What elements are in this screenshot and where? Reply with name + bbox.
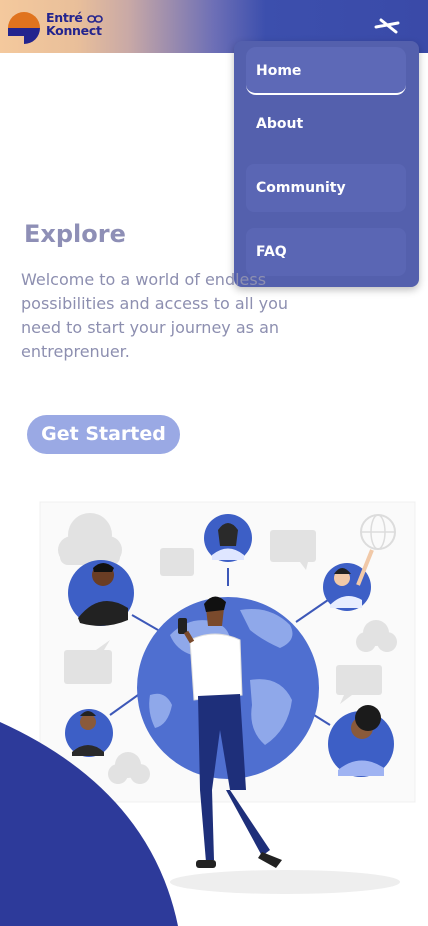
hero-description: Welcome to a world of endless possibilit… [21, 270, 289, 361]
menu-item-community[interactable]: Community [246, 164, 406, 212]
logo-text: Entré Konnect [46, 11, 103, 37]
logo-line-2: Konnect [46, 23, 102, 38]
close-menu-button[interactable] [372, 14, 402, 40]
menu-item-about[interactable]: About [246, 100, 406, 148]
logo-icon [8, 12, 40, 44]
menu-item-home[interactable]: Home [246, 47, 406, 95]
link-icon [86, 14, 103, 23]
nav-menu: Home About Community FAQ [234, 41, 419, 287]
decorative-blob [0, 722, 178, 926]
close-icon [374, 18, 400, 34]
get-started-button[interactable]: Get Started [27, 415, 180, 454]
brand-logo[interactable]: Entré Konnect [7, 9, 107, 45]
page-title: Explore [24, 220, 126, 248]
